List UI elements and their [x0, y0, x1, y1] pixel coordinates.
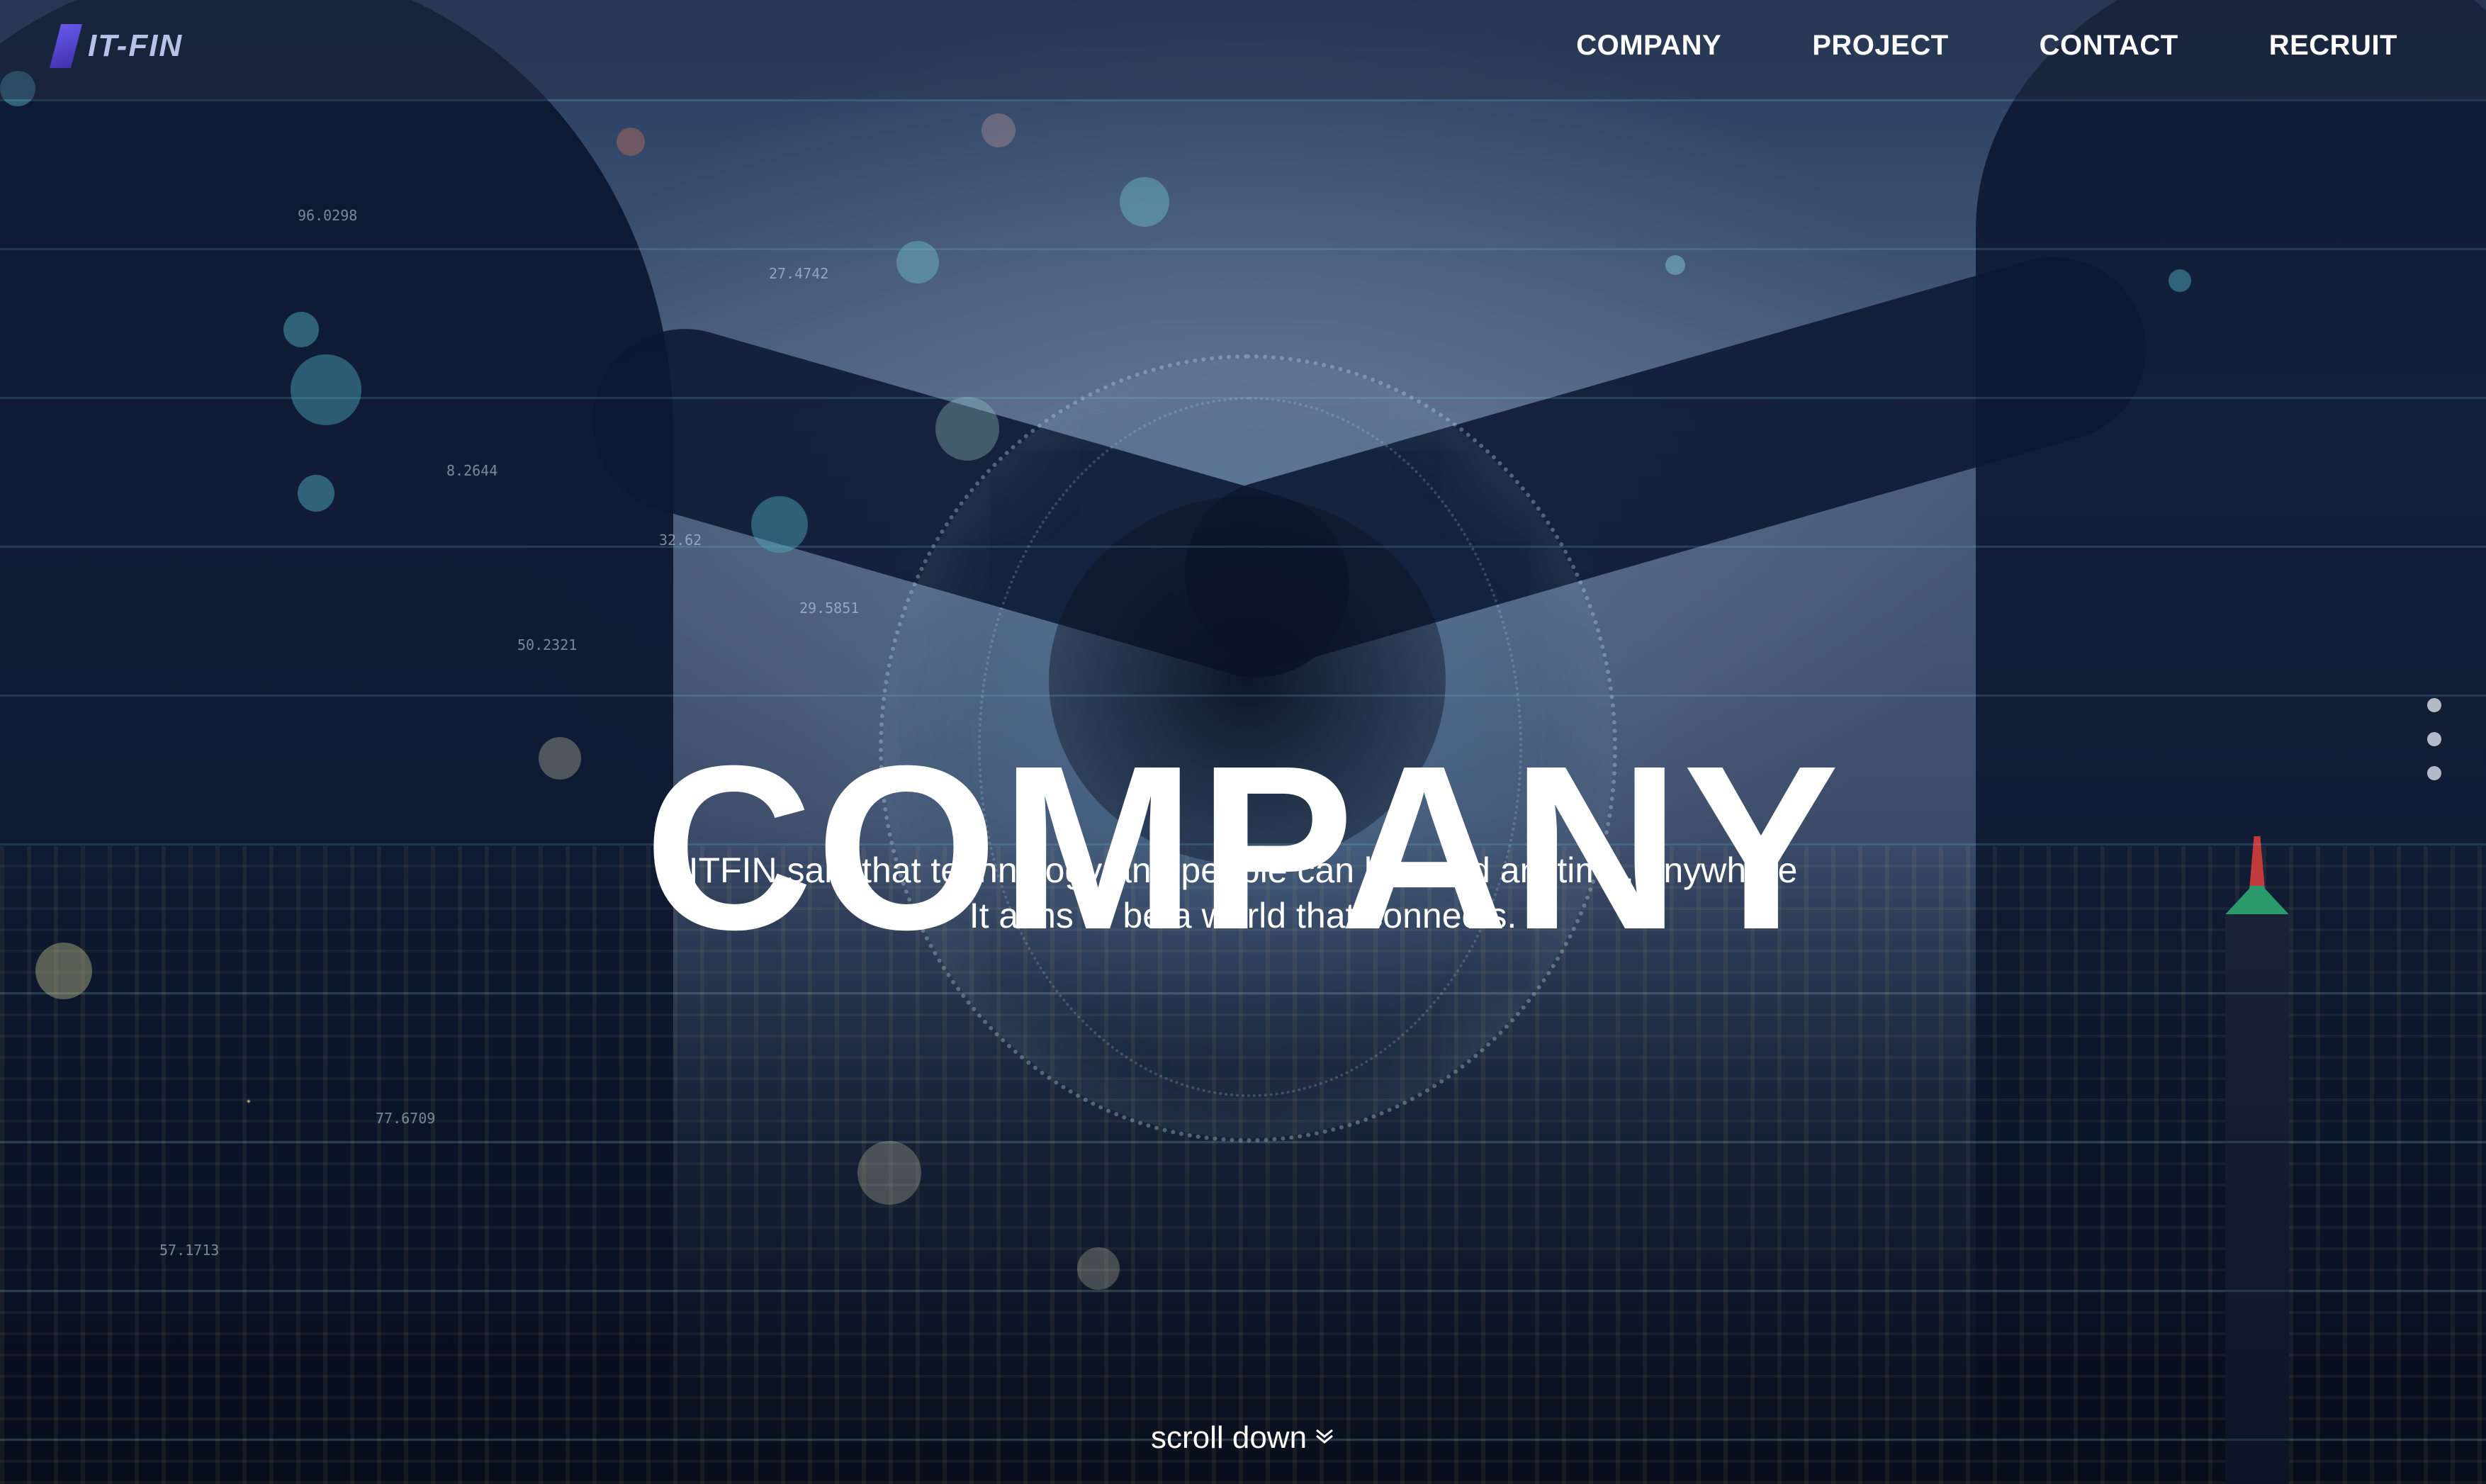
section-pager: [2427, 698, 2441, 780]
bokeh-circle: [1665, 255, 1685, 275]
bokeh-circle: [896, 241, 939, 283]
bokeh-circle: [2169, 269, 2191, 292]
hero-subtitle-line1: ITFIN said that technology and people ca…: [688, 850, 1798, 890]
nav-item-recruit[interactable]: RECRUIT: [2269, 30, 2397, 62]
bokeh-circle: [857, 1141, 921, 1205]
nav-item-company[interactable]: COMPANY: [1576, 30, 1721, 62]
scroll-down-label: scroll down: [1150, 1420, 1307, 1455]
bokeh-circle: [298, 475, 334, 512]
background-number: 32.62: [659, 532, 702, 549]
pager-dot-1[interactable]: [2427, 698, 2441, 712]
pager-dot-3[interactable]: [2427, 766, 2441, 780]
nav-item-project[interactable]: PROJECT: [1812, 30, 1948, 62]
bokeh-circle: [617, 128, 645, 156]
hero-subtitle: ITFIN said that technology and people ca…: [0, 848, 2486, 938]
background-number: 50.2321: [517, 636, 578, 653]
site-logo[interactable]: IT-FIN: [50, 24, 183, 68]
logo-mark-icon: [50, 24, 82, 68]
bokeh-circle: [1077, 1247, 1120, 1290]
background-number: 8.2644: [446, 462, 498, 479]
chevron-down-icon: [1314, 1424, 1335, 1452]
background-number: 27.4742: [769, 265, 829, 282]
pager-dot-2[interactable]: [2427, 732, 2441, 746]
bokeh-circle: [935, 397, 999, 461]
nav-item-contact[interactable]: CONTACT: [2040, 30, 2178, 62]
hero-subtitle-line2: It aims to be a world that connects.: [969, 896, 1517, 935]
scroll-down-link[interactable]: scroll down: [0, 1420, 2486, 1456]
background-number: 77.6709: [376, 1110, 436, 1127]
bokeh-circle: [1120, 177, 1169, 227]
site-header: IT-FIN COMPANY PROJECT CONTACT RECRUIT: [0, 0, 2486, 99]
background-number: 29.5851: [799, 600, 860, 617]
bokeh-circle: [291, 354, 361, 425]
bokeh-circle: [283, 312, 319, 347]
background-number: 57.1713: [159, 1242, 220, 1259]
bokeh-circle: [751, 496, 808, 553]
bokeh-circle: [982, 113, 1016, 147]
main-nav: COMPANY PROJECT CONTACT RECRUIT: [1576, 30, 2397, 62]
logo-text: IT-FIN: [88, 28, 184, 63]
hero-section: 96.0298 27.4742 8.2644 50.2321 29.5851 7…: [0, 0, 2486, 1484]
background-number: 96.0298: [298, 207, 358, 224]
